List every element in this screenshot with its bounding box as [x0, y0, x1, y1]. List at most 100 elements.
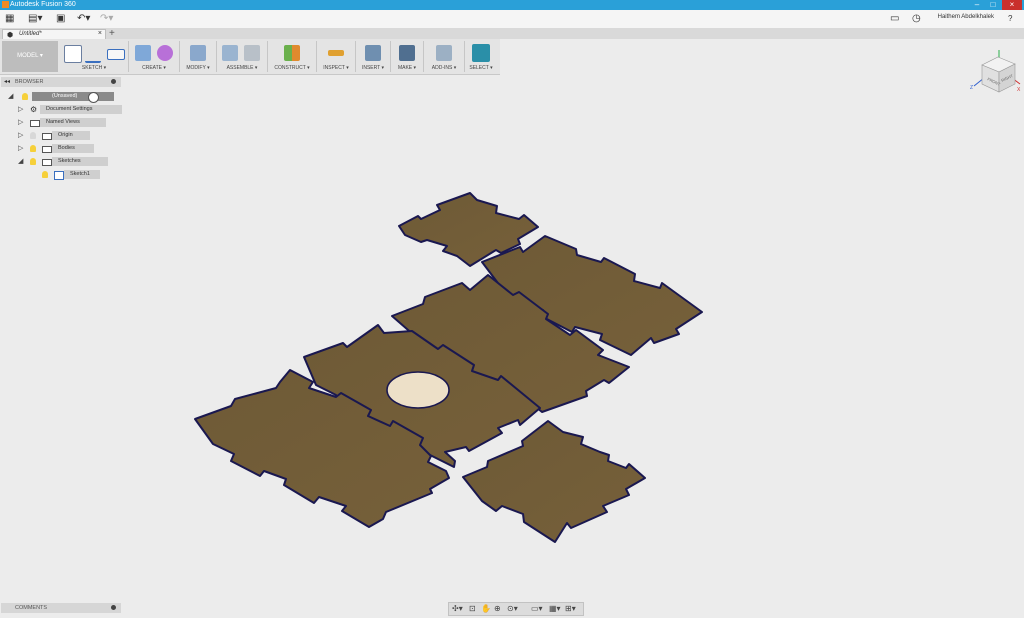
root-component-label: (Unsaved) — [32, 92, 114, 101]
create-sketch-icon[interactable] — [64, 45, 82, 63]
insert-group[interactable]: INSERT ▾ — [356, 41, 391, 72]
circular-hole-cutout[interactable] — [386, 371, 450, 409]
redo-icon[interactable]: ↷▾ — [100, 13, 113, 25]
pan-hand-icon[interactable]: ✋ — [481, 604, 491, 614]
tree-item-label: Document Settings — [40, 105, 122, 114]
viewport-canvas[interactable] — [0, 0, 1024, 618]
create-group[interactable]: CREATE ▾ — [129, 41, 180, 72]
assemble-menu-label: ASSEMBLE ▾ — [226, 65, 258, 71]
user-account[interactable]: Haithem Abdelkhalek — [938, 14, 994, 20]
workspace-switcher-button[interactable]: MODEL ▾ — [2, 41, 58, 72]
add-ins-menu-label: ADD-INS ▾ — [431, 65, 457, 71]
z-axis-label: Z — [970, 85, 973, 91]
make-menu-label: MAKE ▾ — [397, 65, 417, 71]
construct-group[interactable]: CONSTRUCT ▾ — [268, 41, 317, 72]
tree-item-label: Named Views — [40, 118, 106, 127]
job-status-icon[interactable]: ▭ — [890, 13, 899, 25]
visibility-bulb-icon[interactable] — [42, 171, 48, 178]
add-ins-group[interactable]: ADD-INS ▾ — [424, 41, 465, 72]
comments-add-icon[interactable] — [111, 605, 116, 610]
sketch-icon — [54, 171, 64, 180]
offset-plane-icon[interactable] — [284, 45, 300, 61]
sketch-group[interactable]: SKETCH ▾ — [60, 41, 129, 72]
save-icon[interactable]: ▣ — [56, 13, 65, 25]
x-axis-label: X — [1017, 87, 1021, 93]
tree-item-label: Sketches — [52, 157, 108, 166]
fit-zoom-icon[interactable]: ⊙▾ — [507, 604, 518, 614]
rectangle-tool-icon[interactable] — [107, 49, 125, 60]
box-panel-with-hole[interactable] — [303, 324, 541, 468]
visibility-bulb-icon[interactable] — [30, 145, 36, 152]
expand-arrow-icon[interactable]: ▷ — [18, 119, 23, 127]
box-panel-bottom-right[interactable] — [462, 420, 646, 543]
help-icon[interactable]: ? — [1008, 13, 1012, 25]
press-pull-icon[interactable] — [190, 45, 206, 61]
make-group[interactable]: MAKE ▾ — [391, 41, 424, 72]
data-panel-grid-icon[interactable]: ▦ — [5, 13, 14, 25]
form-sphere-icon[interactable] — [157, 45, 173, 61]
browser-title: BROWSER — [15, 79, 44, 85]
undo-icon[interactable]: ↶▾ — [77, 13, 90, 25]
maximize-button[interactable]: □ — [986, 0, 1000, 10]
tree-item-label: Origin — [52, 131, 90, 140]
folder-icon — [42, 146, 52, 153]
folder-icon — [30, 120, 40, 127]
modify-group[interactable]: MODIFY ▾ — [180, 41, 217, 72]
select-group[interactable]: SELECT ▾ — [465, 41, 497, 72]
select-cursor-icon[interactable] — [472, 44, 490, 62]
look-at-icon[interactable]: ⊡ — [469, 604, 476, 614]
box-panel-right-long[interactable] — [481, 235, 703, 356]
comments-title: COMMENTS — [15, 605, 48, 611]
visibility-bulb-icon[interactable] — [30, 158, 36, 165]
gear-icon: ⚙ — [30, 105, 38, 114]
inspect-group[interactable]: INSPECT ▾ — [317, 41, 356, 72]
insert-menu-label: INSERT ▾ — [361, 65, 385, 71]
history-clock-icon[interactable]: ◷ — [912, 13, 921, 25]
joint-icon[interactable] — [244, 45, 260, 61]
scripts-addins-icon[interactable] — [436, 45, 452, 61]
comments-panel-header[interactable]: COMMENTS — [1, 603, 121, 613]
browser-panel-header[interactable]: ◂◂ BROWSER — [1, 77, 121, 87]
document-icon: ⬢ — [7, 32, 14, 39]
box-panel-top-small[interactable] — [398, 192, 539, 267]
measure-icon[interactable] — [328, 50, 344, 56]
expand-arrow-icon[interactable]: ◢ — [8, 93, 13, 101]
grid-settings-icon[interactable]: ▦▾ — [549, 604, 561, 614]
expand-arrow-icon[interactable]: ◢ — [18, 158, 23, 166]
line-tool-icon[interactable] — [85, 45, 101, 63]
window-title: Autodesk Fusion 360 — [10, 1, 76, 8]
expand-arrow-icon[interactable]: ▷ — [18, 106, 23, 114]
pin-icon[interactable] — [111, 79, 116, 84]
file-menu-icon[interactable]: ▤▾ — [28, 13, 42, 25]
expand-arrow-icon[interactable]: ▷ — [18, 132, 23, 140]
folder-icon — [42, 133, 52, 140]
visibility-bulb-icon[interactable] — [30, 132, 36, 139]
collapse-arrows-icon[interactable]: ◂◂ — [4, 78, 10, 85]
box-panel-center-long[interactable] — [391, 274, 630, 413]
title-bar: Autodesk Fusion 360 – □ × — [0, 0, 1024, 10]
display-settings-icon[interactable]: ▭▾ — [531, 604, 543, 614]
assemble-group[interactable]: ASSEMBLE ▾ — [217, 41, 268, 72]
orbit-icon[interactable]: ✣▾ — [452, 604, 463, 614]
construct-menu-label: CONSTRUCT ▾ — [274, 65, 310, 71]
expand-arrow-icon[interactable]: ▷ — [18, 145, 23, 153]
view-cube[interactable]: FRONT RIGHT Z X — [968, 48, 1022, 100]
document-tab-bar: ⬢ Untitled* × + — [0, 28, 1024, 40]
visibility-bulb-icon[interactable] — [22, 93, 28, 100]
close-window-button[interactable]: × — [1002, 0, 1022, 10]
activate-radio-icon[interactable] — [88, 92, 99, 103]
folder-icon — [42, 159, 52, 166]
tree-item-label: Bodies — [52, 144, 94, 153]
select-menu-label: SELECT ▾ — [469, 65, 493, 71]
viewports-icon[interactable]: ⊞▾ — [565, 604, 576, 614]
tab-close-icon[interactable]: × — [98, 30, 102, 37]
3d-print-icon[interactable] — [399, 45, 415, 61]
insert-image-icon[interactable] — [365, 45, 381, 61]
extrude-icon[interactable] — [135, 45, 151, 61]
new-component-icon[interactable] — [222, 45, 238, 61]
fusion-logo-icon — [2, 1, 9, 8]
box-panel-left-long[interactable] — [194, 369, 450, 528]
new-tab-button[interactable]: + — [109, 28, 115, 39]
minimize-button[interactable]: – — [970, 0, 984, 10]
zoom-icon[interactable]: ⊕ — [494, 604, 501, 614]
